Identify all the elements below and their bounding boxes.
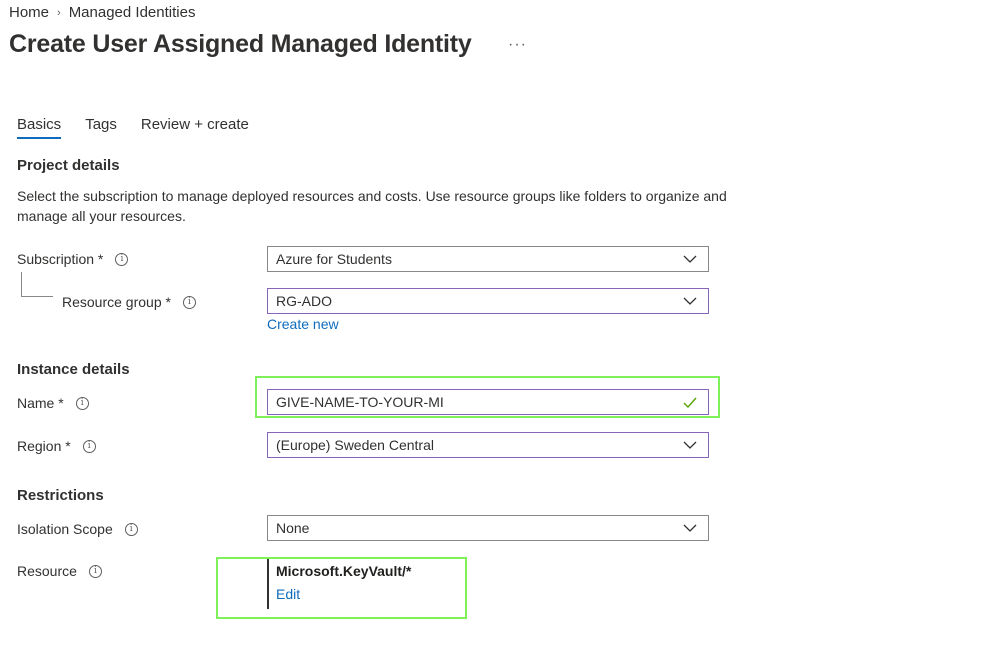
subscription-select[interactable]: Azure for Students [267,246,709,272]
resource-edit-link[interactable]: Edit [276,586,300,602]
region-label: Region * i [17,438,96,454]
name-value: GIVE-NAME-TO-YOUR-MI [276,394,444,410]
region-select[interactable]: (Europe) Sweden Central [267,432,709,458]
tree-connector-horizontal [21,296,53,297]
create-new-link[interactable]: Create new [267,316,339,332]
isolation-scope-label: Isolation Scope i [17,521,138,537]
info-icon[interactable]: i [75,396,89,410]
tab-tags[interactable]: Tags [85,116,117,139]
region-value: (Europe) Sweden Central [276,437,434,453]
name-input[interactable]: GIVE-NAME-TO-YOUR-MI [267,389,709,415]
resource-label: Resource i [17,563,102,579]
tab-list: Basics Tags Review + create [17,116,249,139]
isolation-scope-select[interactable]: None [267,515,709,541]
resource-group-value: RG-ADO [276,293,332,309]
info-icon[interactable]: i [115,252,129,266]
breadcrumb: Home › Managed Identities [9,4,195,21]
project-details-heading: Project details [17,157,120,174]
resource-group-label-text: Resource group * [62,294,171,310]
resource-group-label: Resource group * i [62,294,196,310]
page-title: Create User Assigned Managed Identity [9,30,472,58]
checkmark-icon [680,392,700,412]
tab-review-create[interactable]: Review + create [141,116,249,139]
resource-group-select[interactable]: RG-ADO [267,288,709,314]
subscription-value: Azure for Students [276,251,392,267]
chevron-down-icon [680,291,700,311]
tab-basics[interactable]: Basics [17,116,62,139]
name-label-text: Name * [17,395,64,411]
info-icon[interactable]: i [88,564,102,578]
breadcrumb-home[interactable]: Home [9,4,49,21]
region-label-text: Region * [17,438,71,454]
breadcrumb-separator-icon: › [57,6,61,19]
instance-details-heading: Instance details [17,361,130,378]
info-icon[interactable]: i [182,295,196,309]
info-icon[interactable]: i [124,522,138,536]
name-label: Name * i [17,395,89,411]
info-icon[interactable]: i [82,439,96,453]
isolation-scope-label-text: Isolation Scope [17,521,113,537]
resource-indicator-bar [267,559,269,609]
subscription-label: Subscription * i [17,251,129,267]
tree-connector-vertical [21,272,22,296]
resource-value: Microsoft.KeyVault/* [276,563,412,579]
chevron-down-icon [680,435,700,455]
chevron-down-icon [680,518,700,538]
restrictions-heading: Restrictions [17,487,104,504]
more-options-icon[interactable]: ··· [508,36,527,54]
subscription-label-text: Subscription * [17,251,104,267]
resource-label-text: Resource [17,563,77,579]
isolation-scope-value: None [276,520,310,536]
breadcrumb-managed-identities[interactable]: Managed Identities [69,4,196,21]
chevron-down-icon [680,249,700,269]
project-details-description: Select the subscription to manage deploy… [17,188,727,224]
